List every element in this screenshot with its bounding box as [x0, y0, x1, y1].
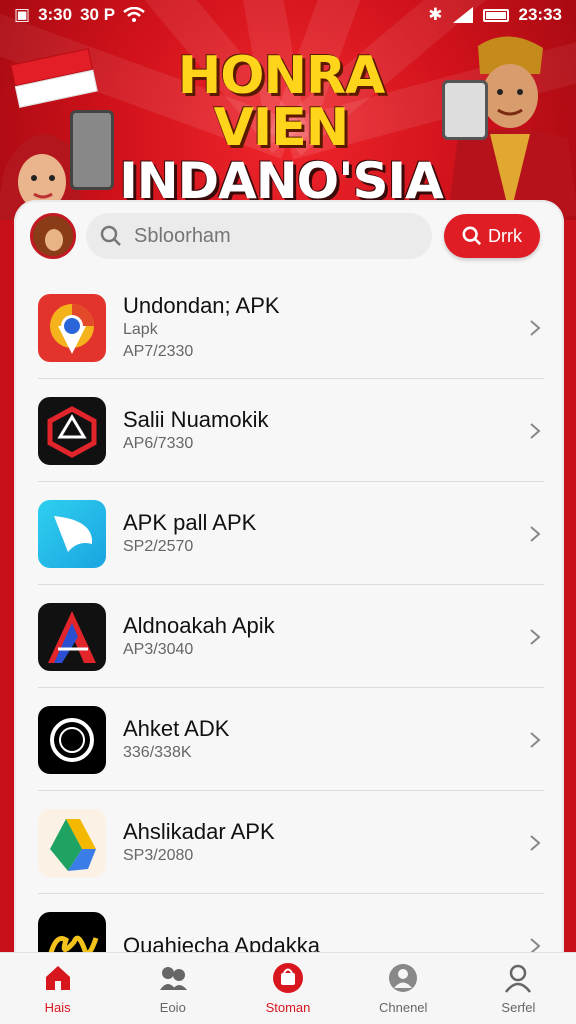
nav-label: Stoman: [265, 1000, 311, 1015]
app-name: Ahslikadar APK: [123, 818, 275, 844]
nav-item-profile[interactable]: Serfel: [461, 953, 576, 1024]
people-icon: [159, 967, 187, 990]
app-list-item[interactable]: Aldnoakah Apik AP3/3040: [14, 585, 564, 688]
nav-item-home[interactable]: Hais: [0, 953, 115, 1024]
store-icon: [273, 963, 303, 993]
chevron-right-icon: [530, 422, 541, 439]
app-list-item[interactable]: Ahket ADK 336/338K: [14, 688, 564, 791]
status-right-time: 23:33: [518, 5, 562, 24]
nav-item-store[interactable]: Stoman: [230, 953, 345, 1024]
signal-icon: [452, 7, 473, 23]
app-name: APK pall APK: [123, 509, 257, 535]
phone-illustration-right: [442, 80, 488, 140]
status-left-time: 3:30: [38, 5, 73, 24]
nav-label: Eoio: [159, 1000, 186, 1015]
app-version: AP7/2330: [123, 342, 194, 360]
search-bar: Drrk: [14, 200, 564, 272]
nav-item-people[interactable]: Eoio: [115, 953, 230, 1024]
app-name: Ahket ADK: [123, 715, 230, 741]
red-a-icon: [38, 602, 106, 671]
app-list-card: Drrk Undondan; APK Lapk AP7/2330: [14, 200, 564, 980]
banner-title: HONRA VIEN INDANO'SIA: [116, 50, 446, 208]
app-version: AP6/7330: [123, 434, 194, 452]
home-icon: [45, 966, 70, 990]
app-list-item[interactable]: Ahslikadar APK SP3/2080: [14, 791, 564, 894]
app-subtitle: Lapk: [123, 320, 158, 338]
chevron-right-icon: [530, 319, 541, 336]
search-input[interactable]: [134, 224, 404, 248]
banner-title-line1: HONRA VIEN: [177, 46, 386, 158]
search-button[interactable]: Drrk: [444, 214, 540, 258]
nav-item-account[interactable]: Chnenel: [346, 953, 461, 1024]
bottom-nav: Hais Eoio Stoman Chnenel Serfel: [0, 952, 576, 1024]
sim-icon: ▣: [14, 5, 31, 24]
app-list-item[interactable]: Salii Nuamokik AP6/7330: [14, 379, 564, 482]
chevron-right-icon: [530, 628, 541, 645]
search-button-label: Drrk: [488, 225, 522, 246]
app-name: Undondan; APK: [123, 292, 280, 318]
user-circle-icon: [389, 964, 418, 992]
header-banner: ▣ 3:30 30 P ✱ 23:33 HONRA VIEN INDANO'SI…: [0, 0, 576, 220]
app-name: Salii Nuamokik: [123, 406, 269, 432]
app-name: Aldnoakah Apik: [123, 612, 275, 638]
avatar[interactable]: [30, 213, 76, 259]
app-list-item[interactable]: Undondan; APK Lapk AP7/2330: [14, 276, 564, 379]
app-version: SP2/2570: [123, 537, 194, 555]
app-list: Undondan; APK Lapk AP7/2330 Salii Nuamok…: [14, 276, 564, 980]
red-cube-icon: [38, 396, 106, 465]
status-left-text: 30 P: [80, 5, 116, 24]
nav-label: Hais: [44, 1000, 71, 1015]
battery-icon: [482, 8, 509, 22]
chevron-right-icon: [530, 731, 541, 748]
search-field[interactable]: [86, 213, 432, 259]
nav-label: Chnenel: [378, 1000, 428, 1015]
app-list-item[interactable]: APK pall APK SP2/2570: [14, 482, 564, 585]
search-icon: [462, 226, 482, 246]
search-icon: [100, 225, 121, 246]
black-circle-icon: [38, 705, 106, 774]
blue-arrow-icon: [38, 499, 106, 568]
nav-label: Serfel: [501, 1000, 536, 1015]
wifi-icon: [123, 7, 145, 22]
app-version: AP3/3040: [123, 640, 194, 658]
chevron-right-icon: [530, 834, 541, 851]
phone-illustration: [70, 110, 114, 190]
chevron-right-icon: [530, 525, 541, 542]
app-version: 336/338K: [123, 743, 192, 761]
profile-icon: [505, 964, 532, 993]
app-version: SP3/2080: [123, 846, 194, 864]
vibrate-icon: ✱: [428, 5, 443, 24]
chrome-pin-icon: [38, 293, 106, 362]
drive-triangle-icon: [38, 808, 106, 877]
